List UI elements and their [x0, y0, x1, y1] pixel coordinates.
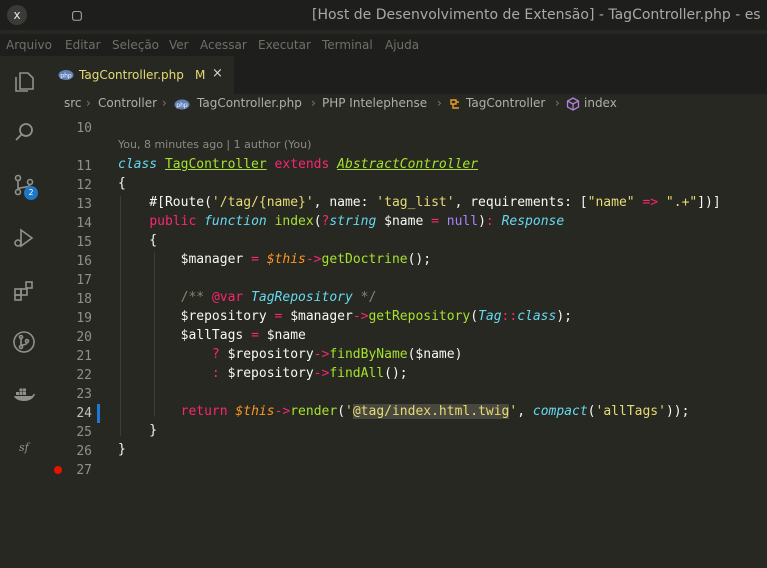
tab-label: TagController.php	[79, 68, 184, 82]
modified-indicator: M	[195, 68, 206, 82]
line-number: 13	[76, 197, 92, 212]
line-number: 15	[76, 235, 92, 250]
menu-selecao[interactable]: Seleção	[112, 38, 159, 52]
php-file-icon: php	[58, 70, 74, 80]
breadcrumb-src[interactable]: src	[64, 96, 82, 110]
line-number: 10	[76, 121, 92, 136]
restore-icon: ▢	[71, 8, 83, 22]
code-line-20: $allTags = $name	[118, 328, 306, 343]
code-line-26: }	[118, 442, 126, 457]
code-line-14: public function index(?string $name = nu…	[149, 214, 565, 229]
code-line-21: ? $repository->findByName($name)	[211, 347, 463, 362]
line-number: 14	[76, 216, 92, 231]
code-line-11: class TagController extends AbstractCont…	[118, 157, 479, 172]
chevron-right-icon: ›	[437, 96, 442, 110]
chevron-right-icon: ›	[86, 96, 91, 110]
menu-editar[interactable]: Editar	[65, 38, 101, 52]
close-icon: x	[13, 8, 21, 22]
window-title: [Host de Desenvolvimento de Extensão] - …	[312, 7, 761, 23]
line-number: 21	[76, 349, 92, 364]
line-number: 17	[76, 273, 92, 288]
line-number: 18	[76, 292, 92, 307]
code-editor[interactable]: 10 11 12 13 14 15 16 17 18 19 20 21 22 2…	[48, 114, 767, 568]
breadcrumb-controller[interactable]: Controller	[98, 96, 157, 110]
run-debug-icon[interactable]	[12, 226, 36, 250]
menu-executar[interactable]: Executar	[258, 38, 311, 52]
breakpoint-icon[interactable]	[54, 466, 62, 474]
line-number: 12	[76, 178, 92, 193]
code-line-13: #[Route('/tag/{name}', name: 'tag_list',…	[118, 195, 721, 210]
code-line-18: /** @var TagRepository */	[180, 290, 377, 305]
extensions-icon[interactable]	[12, 279, 36, 303]
class-symbol-icon	[450, 99, 459, 109]
code-line-16: $manager = $this->getDoctrine();	[118, 252, 432, 267]
menu-acessar[interactable]: Acessar	[200, 38, 247, 52]
symfony-icon[interactable]: sf	[12, 434, 36, 458]
line-number: 25	[76, 425, 92, 440]
code-line-22: : $repository->findAll();	[211, 366, 408, 381]
code-line-25: }	[118, 423, 158, 438]
line-number: 26	[76, 444, 92, 459]
menu-terminal[interactable]: Terminal	[322, 38, 373, 52]
line-number: 16	[76, 254, 92, 269]
method-symbol-icon	[566, 97, 580, 111]
modified-line-indicator	[97, 404, 100, 423]
close-tab-icon[interactable]: ×	[212, 66, 223, 81]
scm-badge: 2	[24, 186, 38, 200]
chevron-right-icon: ›	[162, 96, 167, 110]
line-number: 20	[76, 330, 92, 345]
menu-ver[interactable]: Ver	[169, 38, 189, 52]
svg-text:php: php	[60, 73, 72, 80]
breadcrumb-class[interactable]: TagController	[466, 96, 545, 110]
line-number: 11	[76, 159, 92, 174]
svg-text:php: php	[176, 102, 188, 109]
line-number-current: 24	[76, 406, 92, 421]
docker-icon[interactable]	[12, 382, 36, 406]
close-window-button[interactable]: x	[7, 5, 27, 25]
menu-arquivo[interactable]: Arquivo	[6, 38, 52, 52]
code-line-24: return $this->render('@tag/index.html.tw…	[180, 404, 690, 419]
activity-bar: 2 sf	[0, 56, 48, 568]
chevron-right-icon: ›	[555, 96, 560, 110]
line-number: 23	[76, 387, 92, 402]
breadcrumb-file[interactable]: TagController.php	[197, 96, 302, 110]
restore-window-button[interactable]: ▢	[67, 5, 87, 25]
breadcrumb: src › Controller › php TagController.php…	[48, 94, 767, 114]
tab-bar: php TagController.php M ×	[48, 56, 767, 94]
svg-text:sf: sf	[19, 441, 31, 454]
title-bar: x ▢ [Host de Desenvolvimento de Extensão…	[0, 0, 767, 30]
php-file-icon: php	[174, 99, 190, 110]
code-line-12: {	[118, 176, 126, 191]
menu-ajuda[interactable]: Ajuda	[385, 38, 419, 52]
breadcrumb-intelephense[interactable]: PHP Intelephense	[322, 96, 427, 110]
breadcrumb-method[interactable]: index	[584, 96, 617, 110]
tab-tagcontroller[interactable]: php TagController.php M ×	[48, 56, 234, 94]
code-line-15: {	[118, 233, 158, 248]
line-number: 22	[76, 368, 92, 383]
code-line-19: $repository = $manager->getRepository(Ta…	[118, 309, 572, 324]
explorer-icon[interactable]	[12, 70, 36, 94]
line-number: 19	[76, 311, 92, 326]
chevron-right-icon: ›	[311, 96, 316, 110]
menu-bar: Arquivo Editar Seleção Ver Acessar Execu…	[0, 34, 767, 56]
git-graph-icon[interactable]	[12, 330, 36, 354]
search-icon[interactable]	[12, 120, 36, 144]
line-number: 27	[76, 463, 92, 478]
codelens-blame[interactable]: You, 8 minutes ago | 1 author (You)	[118, 138, 311, 151]
